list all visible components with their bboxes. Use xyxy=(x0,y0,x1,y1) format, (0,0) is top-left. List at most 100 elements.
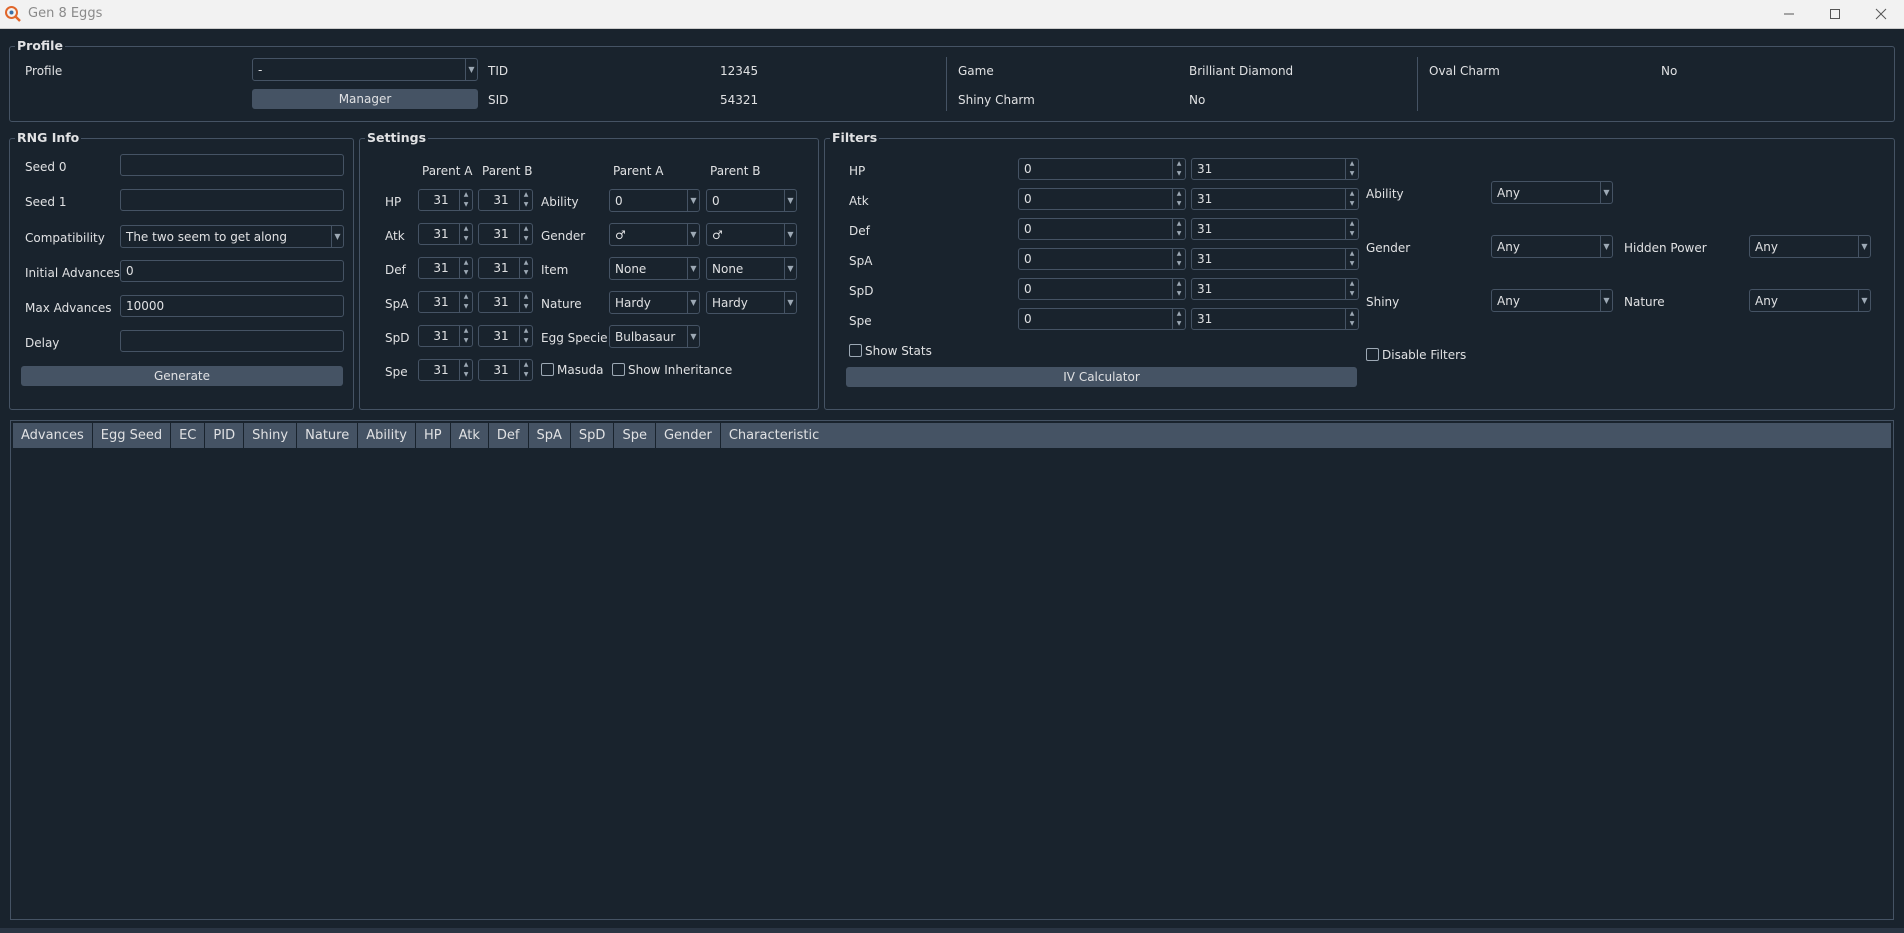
hidden-power-select[interactable]: Any ▼ xyxy=(1749,235,1871,258)
parent-b-iv-spinbox[interactable]: 31 ▲ ▼ xyxy=(478,223,533,245)
arrow-up-icon[interactable]: ▲ xyxy=(1173,189,1185,199)
filter-nature-select[interactable]: Any ▼ xyxy=(1749,289,1871,312)
arrow-up-icon[interactable]: ▲ xyxy=(1173,219,1185,229)
arrow-down-icon[interactable]: ▼ xyxy=(1346,259,1358,269)
arrow-down-icon[interactable]: ▼ xyxy=(520,302,532,312)
maximize-button[interactable] xyxy=(1812,0,1858,28)
column-header-spe[interactable]: Spe xyxy=(614,423,656,448)
arrow-up-icon[interactable]: ▲ xyxy=(460,292,472,302)
column-header-spd[interactable]: SpD xyxy=(571,423,615,448)
arrow-down-icon[interactable]: ▼ xyxy=(1346,289,1358,299)
column-header-nature[interactable]: Nature xyxy=(297,423,359,448)
parent-a-nature-select[interactable]: Hardy ▼ xyxy=(609,291,700,314)
filter-iv-max-spinbox[interactable]: 31 ▲ ▼ xyxy=(1191,218,1359,240)
manager-button[interactable]: Manager xyxy=(252,89,478,109)
initial-advances-input[interactable]: 0 xyxy=(120,260,344,282)
delay-input[interactable] xyxy=(120,330,344,352)
column-header-egg-seed[interactable]: Egg Seed xyxy=(93,423,172,448)
arrow-down-icon[interactable]: ▼ xyxy=(1173,259,1185,269)
arrow-down-icon[interactable]: ▼ xyxy=(520,200,532,210)
column-header-def[interactable]: Def xyxy=(489,423,529,448)
filter-iv-max-spinbox[interactable]: 31 ▲ ▼ xyxy=(1191,188,1359,210)
filter-iv-min-spinbox[interactable]: 0 ▲ ▼ xyxy=(1018,218,1186,240)
column-header-pid[interactable]: PID xyxy=(205,423,245,448)
parent-b-iv-spinbox[interactable]: 31 ▲ ▼ xyxy=(478,189,533,211)
arrow-up-icon[interactable]: ▲ xyxy=(460,258,472,268)
arrow-down-icon[interactable]: ▼ xyxy=(460,302,472,312)
parent-b-iv-spinbox[interactable]: 31 ▲ ▼ xyxy=(478,325,533,347)
arrow-down-icon[interactable]: ▼ xyxy=(520,234,532,244)
arrow-down-icon[interactable]: ▼ xyxy=(460,234,472,244)
masuda-checkbox[interactable] xyxy=(541,363,554,376)
close-button[interactable] xyxy=(1858,0,1904,28)
column-header-ability[interactable]: Ability xyxy=(358,423,416,448)
arrow-up-icon[interactable]: ▲ xyxy=(1346,159,1358,169)
column-header-shiny[interactable]: Shiny xyxy=(244,423,298,448)
arrow-down-icon[interactable]: ▼ xyxy=(460,336,472,346)
arrow-up-icon[interactable]: ▲ xyxy=(460,190,472,200)
arrow-up-icon[interactable]: ▲ xyxy=(1173,159,1185,169)
parent-b-iv-spinbox[interactable]: 31 ▲ ▼ xyxy=(478,359,533,381)
arrow-down-icon[interactable]: ▼ xyxy=(1173,199,1185,209)
arrow-up-icon[interactable]: ▲ xyxy=(1173,249,1185,259)
parent-b-nature-select[interactable]: Hardy ▼ xyxy=(706,291,797,314)
parent-a-iv-spinbox[interactable]: 31 ▲ ▼ xyxy=(418,223,473,245)
parent-b-item-select[interactable]: None ▼ xyxy=(706,257,797,280)
arrow-up-icon[interactable]: ▲ xyxy=(520,258,532,268)
parent-a-item-select[interactable]: None ▼ xyxy=(609,257,700,280)
column-header-ec[interactable]: EC xyxy=(171,423,206,448)
arrow-up-icon[interactable]: ▲ xyxy=(1346,279,1358,289)
egg-specie-select[interactable]: Bulbasaur ▼ xyxy=(609,325,700,348)
iv-calculator-button[interactable]: IV Calculator xyxy=(846,367,1357,387)
parent-b-ability-select[interactable]: 0 ▼ xyxy=(706,189,797,212)
arrow-up-icon[interactable]: ▲ xyxy=(520,190,532,200)
arrow-down-icon[interactable]: ▼ xyxy=(1173,169,1185,179)
filter-shiny-select[interactable]: Any ▼ xyxy=(1491,289,1613,312)
show-stats-checkbox[interactable] xyxy=(849,344,862,357)
arrow-up-icon[interactable]: ▲ xyxy=(1346,309,1358,319)
show-inheritance-checkbox[interactable] xyxy=(612,363,625,376)
column-header-atk[interactable]: Atk xyxy=(451,423,489,448)
filter-iv-min-spinbox[interactable]: 0 ▲ ▼ xyxy=(1018,308,1186,330)
arrow-up-icon[interactable]: ▲ xyxy=(520,326,532,336)
arrow-down-icon[interactable]: ▼ xyxy=(460,370,472,380)
arrow-up-icon[interactable]: ▲ xyxy=(1173,279,1185,289)
arrow-up-icon[interactable]: ▲ xyxy=(1346,189,1358,199)
arrow-up-icon[interactable]: ▲ xyxy=(1346,249,1358,259)
parent-b-iv-spinbox[interactable]: 31 ▲ ▼ xyxy=(478,257,533,279)
filter-ability-select[interactable]: Any ▼ xyxy=(1491,181,1613,204)
arrow-down-icon[interactable]: ▼ xyxy=(1173,229,1185,239)
results-table[interactable]: Advances Egg Seed EC PID Shiny Nature Ab… xyxy=(10,420,1894,920)
filter-iv-max-spinbox[interactable]: 31 ▲ ▼ xyxy=(1191,248,1359,270)
minimize-button[interactable] xyxy=(1766,0,1812,28)
parent-b-gender-select[interactable]: ♂ ▼ xyxy=(706,223,797,246)
arrow-up-icon[interactable]: ▲ xyxy=(460,224,472,234)
arrow-down-icon[interactable]: ▼ xyxy=(1346,169,1358,179)
column-header-characteristic[interactable]: Characteristic xyxy=(721,423,1891,448)
arrow-up-icon[interactable]: ▲ xyxy=(520,360,532,370)
column-header-spa[interactable]: SpA xyxy=(529,423,571,448)
arrow-down-icon[interactable]: ▼ xyxy=(520,268,532,278)
generate-button[interactable]: Generate xyxy=(21,366,343,386)
arrow-up-icon[interactable]: ▲ xyxy=(460,360,472,370)
compatibility-select[interactable]: The two seem to get along ▼ xyxy=(120,225,344,248)
seed0-input[interactable] xyxy=(120,154,344,176)
parent-a-iv-spinbox[interactable]: 31 ▲ ▼ xyxy=(418,291,473,313)
arrow-down-icon[interactable]: ▼ xyxy=(520,336,532,346)
arrow-up-icon[interactable]: ▲ xyxy=(1173,309,1185,319)
parent-a-ability-select[interactable]: 0 ▼ xyxy=(609,189,700,212)
arrow-up-icon[interactable]: ▲ xyxy=(520,224,532,234)
filter-iv-max-spinbox[interactable]: 31 ▲ ▼ xyxy=(1191,308,1359,330)
column-header-advances[interactable]: Advances xyxy=(13,423,93,448)
filter-gender-select[interactable]: Any ▼ xyxy=(1491,235,1613,258)
arrow-down-icon[interactable]: ▼ xyxy=(460,200,472,210)
arrow-down-icon[interactable]: ▼ xyxy=(1173,289,1185,299)
column-header-hp[interactable]: HP xyxy=(416,423,451,448)
filter-iv-min-spinbox[interactable]: 0 ▲ ▼ xyxy=(1018,248,1186,270)
parent-a-iv-spinbox[interactable]: 31 ▲ ▼ xyxy=(418,359,473,381)
filter-iv-max-spinbox[interactable]: 31 ▲ ▼ xyxy=(1191,278,1359,300)
arrow-down-icon[interactable]: ▼ xyxy=(1173,319,1185,329)
disable-filters-checkbox[interactable] xyxy=(1366,348,1379,361)
column-header-gender[interactable]: Gender xyxy=(656,423,721,448)
arrow-down-icon[interactable]: ▼ xyxy=(520,370,532,380)
